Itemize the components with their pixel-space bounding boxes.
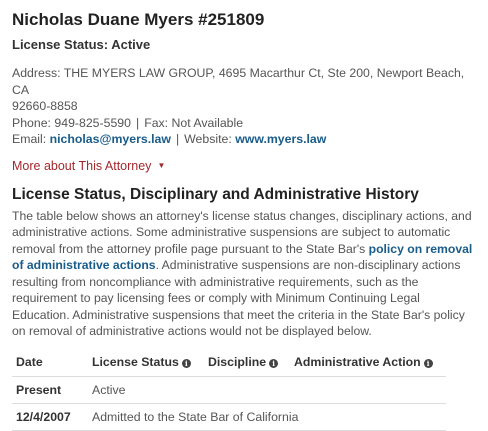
col-license-status-label: License Status	[92, 354, 179, 369]
col-administrative-action: Administrative Action i	[290, 347, 446, 377]
license-status: License Status: Active	[12, 37, 151, 52]
info-icon[interactable]: i	[181, 358, 191, 368]
table-header-row: Date License Status i Discipline i Adminis…	[12, 347, 446, 377]
col-date-label: Date	[16, 354, 43, 369]
table-row: Present Active	[12, 376, 446, 404]
caret-down-icon: ▼	[157, 161, 166, 170]
col-date: Date	[12, 347, 88, 377]
row-date: Present	[12, 376, 88, 404]
row-text: Active	[88, 376, 446, 404]
email-label: Email:	[12, 132, 47, 146]
history-description: The table below shows an attorney's lice…	[12, 208, 476, 340]
table-row: 12/4/2007 Admitted to the State Bar of C…	[12, 403, 446, 431]
more-about-attorney-link[interactable]: More about This Attorney ▼	[12, 159, 476, 173]
phone-fax: Phone: 949-825-5590 | Fax: Not Available	[12, 115, 476, 132]
email-website: Email: nicholas@myers.law | Website: www.m…	[12, 131, 476, 148]
col-admin-action-label: Administrative Action	[294, 354, 421, 369]
address-line-2: 92660-8858	[12, 99, 78, 113]
separator: |	[175, 132, 180, 146]
more-about-label: More about This Attorney	[12, 158, 152, 173]
separator: |	[135, 115, 140, 130]
history-title: License Status, Disciplinary and Adminis…	[12, 185, 419, 203]
row-text: Admitted to the State Bar of California	[88, 403, 446, 431]
website-link[interactable]: www.myers.law	[235, 132, 326, 146]
history-table: Date License Status i Discipline i Adminis…	[12, 347, 446, 431]
col-discipline-label: Discipline	[208, 354, 267, 369]
info-icon[interactable]: i	[423, 358, 433, 368]
address-label: Address:	[12, 66, 61, 80]
attorney-profile: Nicholas Duane Myers #251809 License Sta…	[0, 0, 488, 431]
col-discipline: Discipline i	[204, 347, 290, 377]
fax: Fax: Not Available	[144, 115, 244, 130]
phone: Phone: 949-825-5590	[12, 115, 131, 130]
email-link[interactable]: nicholas@myers.law	[50, 132, 171, 146]
info-icon[interactable]: i	[269, 358, 279, 368]
contact-info: Address: THE MYERS LAW GROUP, 4695 Macar…	[12, 65, 476, 148]
address-line-1: THE MYERS LAW GROUP, 4695 Macarthur Ct, …	[12, 66, 465, 97]
row-date: 12/4/2007	[12, 403, 88, 431]
attorney-name: Nicholas Duane Myers #251809	[12, 10, 265, 29]
col-license-status: License Status i	[88, 347, 204, 377]
address: Address: THE MYERS LAW GROUP, 4695 Macar…	[12, 65, 476, 98]
website-label: Website:	[184, 132, 232, 146]
